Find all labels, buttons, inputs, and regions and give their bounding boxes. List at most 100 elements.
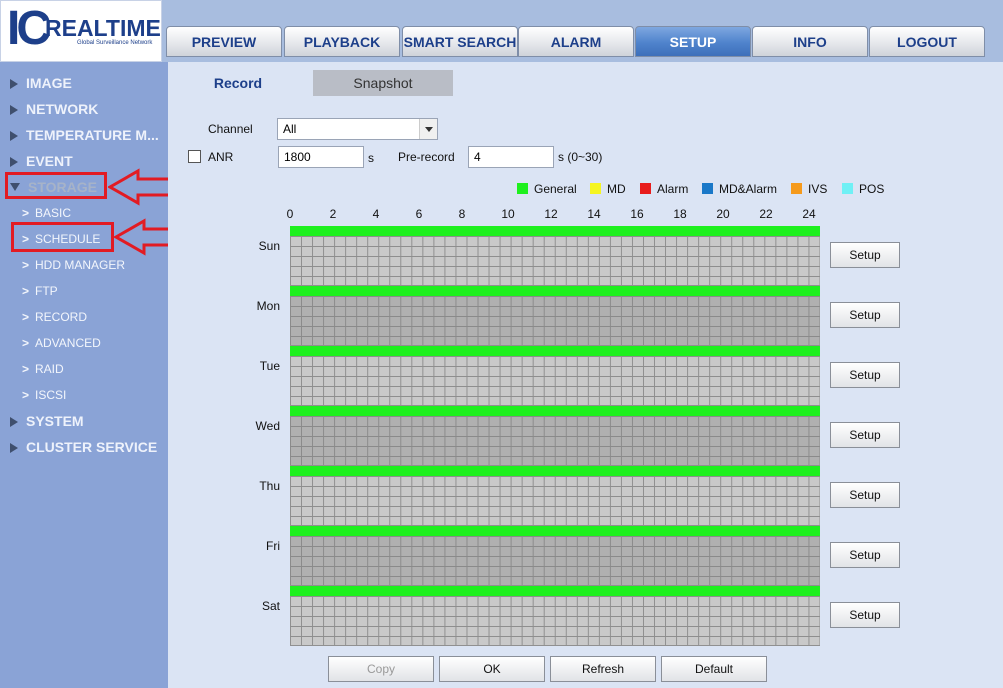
sidebar-item-label: TEMPERATURE M... <box>26 127 159 143</box>
schedule-row-sat[interactable] <box>290 586 820 646</box>
sidebar-item-image[interactable]: IMAGE <box>10 72 72 94</box>
time-grid[interactable] <box>290 236 820 286</box>
sidebar-item-system[interactable]: SYSTEM <box>10 410 84 432</box>
sidebar-subitem-label: ADVANCED <box>35 336 101 350</box>
day-label-sun: Sun <box>258 239 280 253</box>
legend-swatch <box>517 183 528 194</box>
expand-arrow-icon <box>10 79 18 89</box>
schedule-row-sun[interactable] <box>290 226 820 286</box>
time-grid[interactable] <box>290 476 820 526</box>
legend-label: IVS <box>808 182 828 196</box>
sidebar-subitem-iscsi[interactable]: > ISCSI <box>22 385 66 405</box>
legend-label: Alarm <box>657 182 689 196</box>
sidebar-item-label: SYSTEM <box>26 413 84 429</box>
sidebar-item-event[interactable]: EVENT <box>10 150 73 172</box>
logo-tagline: Global Surveillance Network <box>77 40 153 46</box>
sidebar-subitem-label: ISCSI <box>35 388 67 402</box>
anr-checkbox[interactable] <box>188 150 201 163</box>
chevron-right-icon: > <box>22 206 30 220</box>
setup-button-mon[interactable]: Setup <box>830 302 900 328</box>
sidebar-subitem-label: BASIC <box>35 206 72 220</box>
time-grid[interactable] <box>290 416 820 466</box>
tab-preview[interactable]: PREVIEW <box>166 26 282 57</box>
day-label-wed: Wed <box>255 419 280 433</box>
sidebar-subitem-label: FTP <box>35 284 58 298</box>
ok-button[interactable]: OK <box>439 656 545 682</box>
expand-arrow-icon <box>10 105 18 115</box>
setup-button-fri[interactable]: Setup <box>830 542 900 568</box>
chevron-right-icon: > <box>22 310 30 324</box>
time-grid[interactable] <box>290 356 820 406</box>
anr-label: ANR <box>208 150 234 164</box>
channel-label: Channel <box>208 122 253 136</box>
time-grid[interactable] <box>290 536 820 586</box>
tab-alarm[interactable]: ALARM <box>518 26 634 57</box>
hour-label: 14 <box>587 207 601 221</box>
tab-snapshot[interactable]: Snapshot <box>313 70 453 96</box>
prerecord-unit: s (0~30) <box>558 150 603 164</box>
hour-label: 16 <box>630 207 644 221</box>
refresh-button[interactable]: Refresh <box>550 656 656 682</box>
expand-arrow-icon <box>10 131 18 141</box>
hour-label: 4 <box>372 207 380 221</box>
sidebar-subitem-basic[interactable]: > BASIC <box>22 203 71 223</box>
legend-md-alarm: MD&Alarm <box>702 182 777 196</box>
legend-label: MD <box>607 182 626 196</box>
tab-playback[interactable]: PLAYBACK <box>284 26 400 57</box>
setup-button-thu[interactable]: Setup <box>830 482 900 508</box>
tab-logout[interactable]: LOGOUT <box>869 26 985 57</box>
tab-info[interactable]: INFO <box>752 26 868 57</box>
header: IC REALTIME Global Surveillance Network … <box>0 0 1003 62</box>
schedule-row-thu[interactable] <box>290 466 820 526</box>
prerecord-input[interactable]: 4 <box>468 146 554 168</box>
schedule-row-mon[interactable] <box>290 286 820 346</box>
setup-button-wed[interactable]: Setup <box>830 422 900 448</box>
time-grid[interactable] <box>290 296 820 346</box>
tab-setup[interactable]: SETUP <box>635 26 751 57</box>
sidebar-item-label: IMAGE <box>26 75 72 91</box>
legend-md: MD <box>590 182 626 196</box>
tab-record[interactable]: Record <box>168 70 308 96</box>
sidebar-subitem-hdd-manager[interactable]: > HDD MANAGER <box>22 255 125 275</box>
sidebar-subitem-advanced[interactable]: > ADVANCED <box>22 333 101 353</box>
setup-button-sat[interactable]: Setup <box>830 602 900 628</box>
schedule-row-wed[interactable] <box>290 406 820 466</box>
chevron-right-icon: > <box>22 362 30 376</box>
highlight-box-schedule <box>11 222 114 252</box>
sidebar-item-network[interactable]: NETWORK <box>10 98 98 120</box>
sidebar-item-label: EVENT <box>26 153 73 169</box>
time-grid[interactable] <box>290 596 820 646</box>
default-button[interactable]: Default <box>661 656 767 682</box>
channel-select[interactable]: All <box>277 118 438 140</box>
setup-button-tue[interactable]: Setup <box>830 362 900 388</box>
sidebar-item-cluster-service[interactable]: CLUSTER SERVICE <box>10 436 157 458</box>
sidebar-subitem-record[interactable]: > RECORD <box>22 307 87 327</box>
day-label-thu: Thu <box>259 479 280 493</box>
hour-label: 18 <box>673 207 687 221</box>
legend-label: General <box>534 182 577 196</box>
channel-select-value: All <box>283 122 297 136</box>
sidebar-subitem-ftp[interactable]: > FTP <box>22 281 58 301</box>
copy-button[interactable]: Copy <box>328 656 434 682</box>
chevron-down-icon[interactable] <box>419 119 437 139</box>
hour-label: 6 <box>415 207 423 221</box>
chevron-right-icon: > <box>22 258 30 272</box>
prerecord-label: Pre-record <box>398 150 455 164</box>
day-label-mon: Mon <box>256 299 280 313</box>
sidebar-subitem-raid[interactable]: > RAID <box>22 359 64 379</box>
setup-button-sun[interactable]: Setup <box>830 242 900 268</box>
hour-label: 22 <box>759 207 773 221</box>
expand-arrow-icon <box>10 157 18 167</box>
schedule-row-fri[interactable] <box>290 526 820 586</box>
hour-label: 8 <box>458 207 466 221</box>
logo-ic: IC <box>7 2 51 55</box>
hour-label: 20 <box>716 207 730 221</box>
legend-swatch <box>791 183 802 194</box>
sidebar-item-label: NETWORK <box>26 101 99 117</box>
tab-smart-search[interactable]: SMART SEARCH <box>402 26 518 57</box>
sidebar-item-temperature[interactable]: TEMPERATURE M... <box>10 124 159 146</box>
sidebar-item-label: CLUSTER SERVICE <box>26 439 158 455</box>
schedule-row-tue[interactable] <box>290 346 820 406</box>
general-record-bar <box>290 286 820 296</box>
anr-input[interactable]: 1800 <box>278 146 364 168</box>
